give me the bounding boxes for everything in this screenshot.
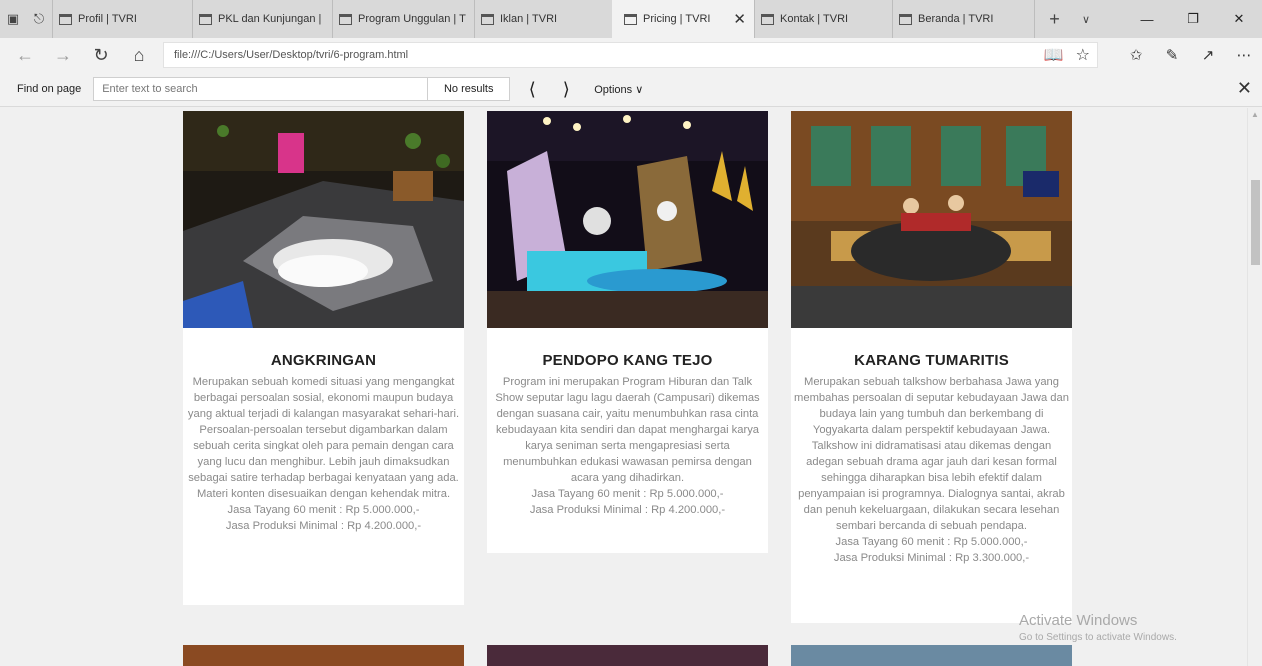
- program-photo: [791, 111, 1072, 328]
- program-photo: [487, 111, 768, 328]
- page-content: ANGKRINGAN Merupakan sebuah komedi situa…: [0, 108, 1247, 666]
- home-icon[interactable]: ⌂: [120, 38, 158, 72]
- program-description: Merupakan sebuah talkshow berbahasa Jawa…: [794, 376, 1069, 532]
- find-results-count: No results: [428, 77, 511, 101]
- activate-windows-watermark: Activate Windows Go to Settings to activ…: [1019, 612, 1177, 643]
- tab-label: Kontak | TVRI: [780, 13, 849, 25]
- url-field[interactable]: file:///C:/Users/User/Desktop/tvri/6-pro…: [163, 42, 1098, 68]
- share-icon[interactable]: ↗: [1190, 38, 1226, 72]
- program-price-airtime: Jasa Tayang 60 menit : Rp 5.000.000,-: [835, 536, 1028, 548]
- next-program-photo: [487, 645, 768, 666]
- new-tab-icon[interactable]: +: [1034, 0, 1074, 38]
- reading-view-icon[interactable]: 📖: [1044, 45, 1064, 65]
- tab-label: Pricing | TVRI: [643, 13, 711, 25]
- tab-program-unggulan[interactable]: Program Unggulan | TV: [332, 0, 474, 38]
- find-options-button[interactable]: Options ∨: [594, 83, 643, 96]
- stage-photo-image: [487, 111, 768, 328]
- tab-kontak[interactable]: Kontak | TVRI: [754, 0, 892, 38]
- tab-preview-icon[interactable]: ▣: [0, 0, 26, 38]
- refresh-icon[interactable]: ↻: [82, 38, 120, 72]
- find-previous-icon[interactable]: ⟨: [516, 74, 548, 104]
- page-icon: [199, 13, 212, 25]
- set-aside-tabs-icon[interactable]: ⎋: [26, 0, 52, 38]
- tab-pricing[interactable]: Pricing | TVRI ✕: [612, 0, 754, 38]
- program-price-airtime: Jasa Tayang 60 menit : Rp 5.000.000,-: [227, 504, 420, 516]
- find-options-label: Options: [594, 83, 633, 96]
- tab-pkl[interactable]: PKL dan Kunjungan | TV: [192, 0, 332, 38]
- program-title: PENDOPO KANG TEJO: [542, 352, 713, 369]
- program-card-pendopo-kang-tejo: PENDOPO KANG TEJO Program ini merupakan …: [487, 111, 768, 553]
- program-price-production: Jasa Produksi Minimal : Rp 3.300.000,-: [833, 552, 1030, 564]
- tab-iklan[interactable]: Iklan | TVRI: [474, 0, 612, 38]
- back-arrow-icon[interactable]: ←: [6, 38, 44, 72]
- window-controls: — ❐ ✕: [1124, 0, 1262, 38]
- page-icon: [339, 13, 352, 25]
- chevron-down-icon[interactable]: ∨: [1074, 0, 1098, 38]
- tab-label: Beranda | TVRI: [918, 13, 994, 25]
- favorites-hub-icon[interactable]: ✩: [1118, 38, 1154, 72]
- find-bar: Find on page No results ⟨ ⟩ Options ∨ ✕: [0, 72, 1262, 107]
- url-text: file:///C:/Users/User/Desktop/tvri/6-pro…: [174, 49, 409, 61]
- page-icon: [59, 13, 72, 25]
- program-card-angkringan: ANGKRINGAN Merupakan sebuah komedi situa…: [183, 111, 464, 605]
- find-label: Find on page: [17, 83, 82, 95]
- program-card-karang-tumaritis: KARANG TUMARITIS Merupakan sebuah talksh…: [791, 111, 1072, 623]
- tab-strip: Profil | TVRI PKL dan Kunjungan | TV Pro…: [52, 0, 1034, 38]
- more-menu-icon[interactable]: ⋯: [1226, 38, 1262, 72]
- chevron-down-icon: ∨: [635, 83, 644, 96]
- program-title: ANGKRINGAN: [270, 352, 377, 369]
- next-program-photo: [791, 645, 1072, 666]
- address-bar: ← → ↻ ⌂ file:///C:/Users/User/Desktop/tv…: [0, 38, 1262, 72]
- program-photo: [183, 111, 464, 328]
- scroll-up-icon[interactable]: ▲: [1251, 110, 1259, 119]
- vertical-scrollbar[interactable]: ▲: [1247, 108, 1262, 666]
- close-find-icon[interactable]: ✕: [1237, 78, 1252, 99]
- page-icon: [899, 13, 912, 25]
- program-description: Merupakan sebuah komedi situasi yang men…: [187, 376, 460, 500]
- minimize-icon[interactable]: —: [1124, 0, 1170, 38]
- program-title: KARANG TUMARITIS: [854, 352, 1009, 369]
- stage-photo-image: [183, 111, 464, 328]
- watermark-title: Activate Windows: [1019, 612, 1138, 629]
- find-search-input[interactable]: [93, 77, 429, 101]
- close-tab-icon[interactable]: ✕: [733, 10, 746, 28]
- forward-arrow-icon[interactable]: →: [44, 38, 82, 72]
- program-description: Program ini merupakan Program Hiburan da…: [495, 376, 760, 484]
- tab-profil[interactable]: Profil | TVRI: [52, 0, 192, 38]
- page-icon: [761, 13, 774, 25]
- scrollbar-thumb[interactable]: [1251, 180, 1260, 265]
- find-next-icon[interactable]: ⟩: [550, 74, 582, 104]
- close-window-icon[interactable]: ✕: [1216, 0, 1262, 38]
- favorite-star-icon[interactable]: ☆: [1076, 45, 1090, 65]
- url-actions: 📖 ☆: [1044, 42, 1090, 68]
- web-note-pen-icon[interactable]: ✎: [1154, 38, 1190, 72]
- tab-label: Iklan | TVRI: [500, 13, 558, 25]
- page-icon: [624, 13, 637, 25]
- program-price-production: Jasa Produksi Minimal : Rp 4.200.000,-: [529, 504, 726, 516]
- tab-label: Program Unggulan | TV: [358, 13, 466, 25]
- tab-label: PKL dan Kunjungan | TV: [218, 13, 324, 25]
- watermark-subtitle: Go to Settings to activate Windows.: [1019, 632, 1177, 643]
- page-icon: [481, 13, 494, 25]
- next-program-photo: [183, 645, 464, 666]
- program-price-production: Jasa Produksi Minimal : Rp 4.200.000,-: [225, 520, 422, 532]
- program-price-airtime: Jasa Tayang 60 menit : Rp 5.000.000,-: [531, 488, 724, 500]
- toolbar-icons: ✩ ✎ ↗ ⋯: [1118, 38, 1262, 72]
- restore-icon[interactable]: ❐: [1170, 0, 1216, 38]
- stage-photo-image: [791, 111, 1072, 328]
- tab-beranda[interactable]: Beranda | TVRI: [892, 0, 1034, 38]
- tab-label: Profil | TVRI: [78, 13, 137, 25]
- tab-bar: ▣ ⎋ Profil | TVRI PKL dan Kunjungan | TV…: [0, 0, 1262, 38]
